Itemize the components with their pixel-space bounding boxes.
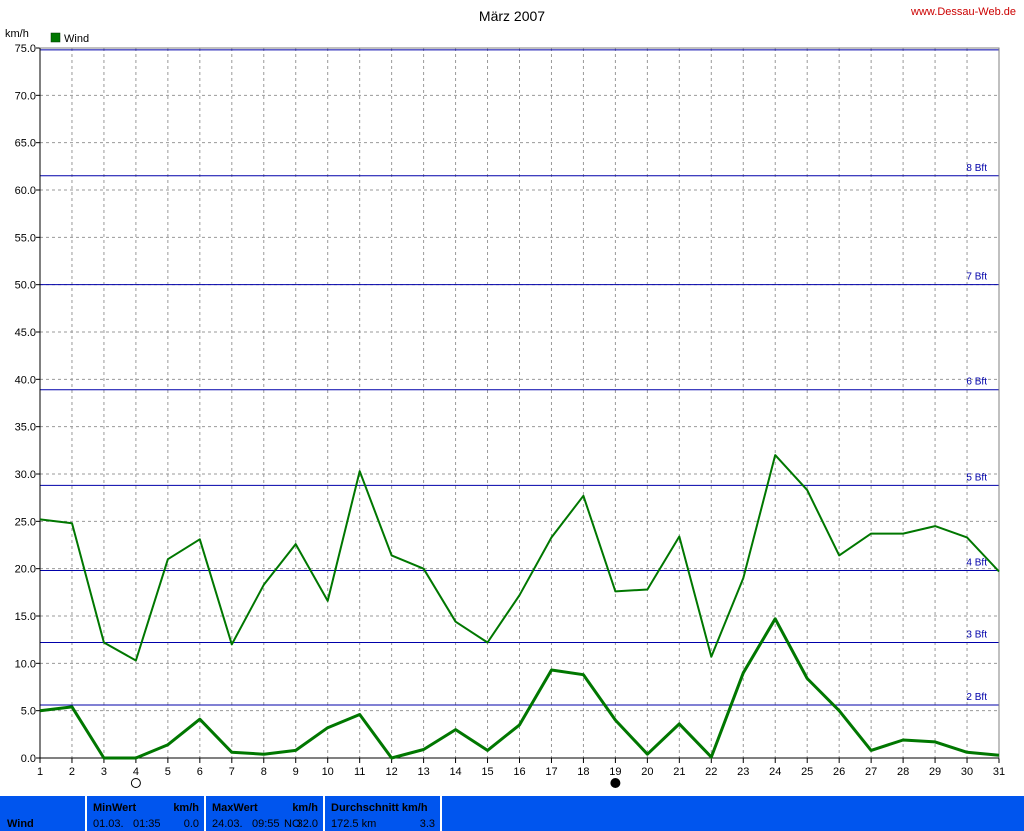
min-value: 0.0 (183, 818, 199, 830)
footer-divider (440, 796, 442, 831)
beaufort-label: 8 Bft (966, 163, 987, 174)
min-unit: km/h (173, 802, 199, 814)
x-tick-label: 13 (417, 766, 429, 778)
y-tick-label: 40.0 (15, 374, 36, 386)
beaufort-label: 5 Bft (966, 472, 987, 483)
grid (39, 47, 1000, 759)
x-tick-label: 27 (865, 766, 877, 778)
chart-title: März 2007 (479, 8, 545, 24)
x-tick-label: 28 (897, 766, 909, 778)
y-tick-label: 20.0 (15, 564, 36, 576)
x-tick-label: 8 (261, 766, 267, 778)
max-time: 09:55 (252, 818, 280, 830)
min-time: 01:35 (133, 818, 161, 830)
avg-value: 3.3 (419, 818, 435, 830)
footer-avg-cell: Durchschnitt km/h 172.5 km 3.3 (325, 796, 439, 831)
x-tick-label: 17 (545, 766, 557, 778)
y-tick-label: 10.0 (15, 658, 36, 670)
x-tick-label: 12 (386, 766, 398, 778)
x-tick-label: 23 (737, 766, 749, 778)
min-header: MinWert (93, 802, 137, 814)
x-tick-label: 4 (133, 766, 139, 778)
y-axis-unit: km/h (5, 28, 29, 40)
x-tick-label: 9 (293, 766, 299, 778)
x-tick-label: 18 (577, 766, 589, 778)
x-tick-label: 19 (609, 766, 621, 778)
y-tick-label: 25.0 (15, 516, 36, 528)
series-line-wind-secondary (39, 617, 1000, 760)
chart: März 2007 www.Dessau-Web.de km/h Wind 2 … (5, 6, 1016, 788)
series-line-wind (39, 454, 1000, 662)
source-link[interactable]: www.Dessau-Web.de (910, 6, 1016, 18)
footer-series-cell: Wind (0, 796, 84, 831)
avg-distance: 172.5 km (331, 818, 377, 830)
full-moon-icon (130, 778, 141, 788)
x-tick-label: 26 (833, 766, 845, 778)
y-tick-label: 55.0 (15, 232, 36, 244)
max-value: 32.0 (296, 818, 318, 830)
y-tick-label: 70.0 (15, 90, 36, 102)
footer-min-cell: MinWert km/h 01.03. 01:35 0.0 (87, 796, 203, 831)
y-tick-label: 60.0 (15, 185, 36, 197)
x-tick-label: 21 (673, 766, 685, 778)
beaufort-label: 2 Bft (966, 692, 987, 703)
x-tick-label: 10 (322, 766, 334, 778)
x-tick-label: 6 (197, 766, 203, 778)
max-date: 24.03. (212, 818, 243, 830)
x-tick-label: 1 (37, 766, 43, 778)
y-tick-label: 75.0 (15, 43, 36, 55)
axes: 0.0 5.0 10.0 15.0 20.0 25.0 30.0 35.0 40.0 45.0 50… (15, 43, 1005, 788)
x-tick-label: 14 (449, 766, 461, 778)
x-tick-label: 3 (101, 766, 107, 778)
x-tick-label: 11 (354, 766, 365, 778)
beaufort-label: 6 Bft (966, 377, 987, 388)
y-tick-label: 50.0 (15, 280, 36, 292)
footer-max-cell: MaxWert km/h 24.03. 09:55 NO 32.0 (206, 796, 322, 831)
beaufort-label: 3 Bft (966, 630, 987, 641)
legend-swatch (50, 32, 61, 43)
x-tick-label: 2 (69, 766, 75, 778)
x-tick-label: 15 (481, 766, 493, 778)
y-tick-label: 35.0 (15, 422, 36, 434)
y-tick-label: 30.0 (15, 469, 36, 481)
x-tick-label: 20 (641, 766, 653, 778)
y-tick-label: 0.0 (21, 753, 36, 765)
y-tick-label: 5.0 (21, 706, 36, 718)
x-tick-label: 24 (769, 766, 781, 778)
x-tick-label: 22 (705, 766, 717, 778)
x-tick-label: 29 (929, 766, 941, 778)
min-date: 01.03. (93, 818, 124, 830)
x-tick-label: 30 (961, 766, 973, 778)
beaufort-label: 7 Bft (966, 272, 987, 283)
footer-series-label: Wind (7, 818, 34, 830)
x-tick-label: 7 (229, 766, 235, 778)
y-tick-label: 15.0 (15, 611, 36, 623)
max-unit: km/h (292, 802, 318, 814)
beaufort-label: 4 Bft (966, 558, 987, 569)
legend-label: Wind (64, 33, 89, 45)
x-tick-label: 16 (513, 766, 525, 778)
y-tick-label: 45.0 (15, 327, 36, 339)
max-header: MaxWert (212, 802, 258, 814)
y-tick-label: 65.0 (15, 138, 36, 150)
new-moon-icon (610, 778, 621, 788)
avg-header: Durchschnitt km/h (331, 802, 428, 814)
stats-footer: Wind MinWert km/h 01.03. 01:35 0.0 MaxWe… (0, 796, 1024, 831)
x-tick-label: 31 (993, 766, 1005, 778)
x-tick-label: 25 (801, 766, 813, 778)
x-tick-label: 5 (165, 766, 171, 778)
